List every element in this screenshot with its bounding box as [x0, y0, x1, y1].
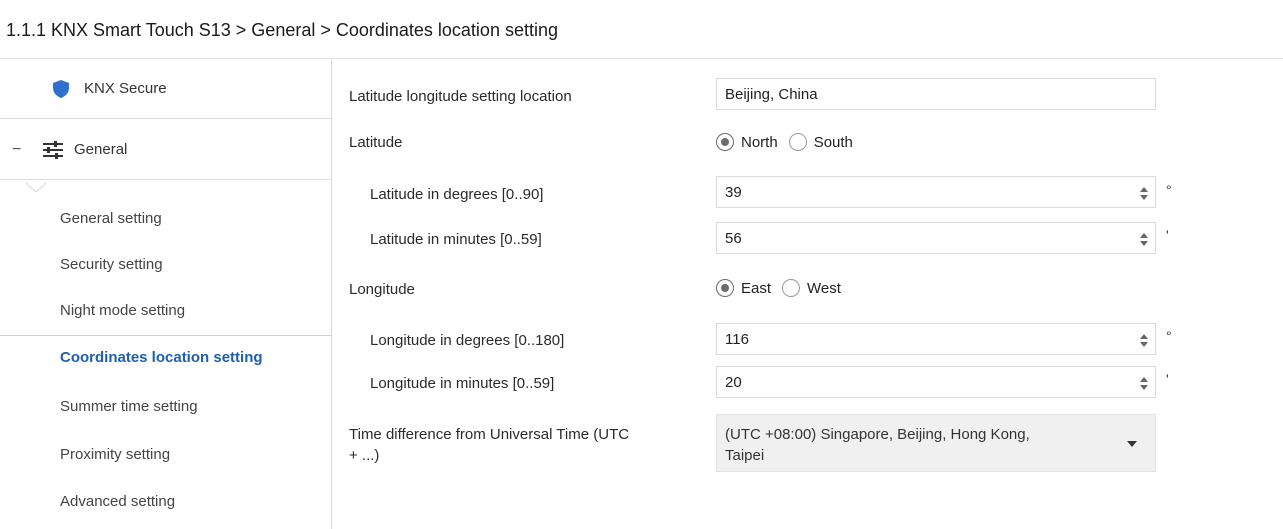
latitude-radio-group: North South [716, 133, 864, 151]
spin-down-icon[interactable] [1140, 240, 1148, 246]
location-value: Beijing, China [725, 85, 818, 103]
timezone-value-line1: (UTC +08:00) Singapore, Beijing, Hong Ko… [725, 426, 1030, 443]
sidebar-item-knx-secure[interactable]: KNX Secure [0, 59, 331, 119]
collapse-icon[interactable]: − [12, 141, 22, 159]
sidebar-item-general[interactable]: − General [0, 120, 331, 180]
radio-north-label: North [741, 133, 778, 151]
timezone-select[interactable]: (UTC +08:00) Singapore, Beijing, Hong Ko… [716, 414, 1156, 472]
spin-up-icon[interactable] [1140, 376, 1148, 382]
radio-north[interactable]: North [716, 133, 778, 151]
timezone-value-line2: Taipei [725, 447, 765, 464]
latitude-label: Latitude [349, 134, 403, 151]
latitude-minutes-stepper[interactable]: 56 [716, 222, 1156, 254]
spin-down-icon[interactable] [1140, 384, 1148, 390]
longitude-degrees-label: Longitude in degrees [0..180] [370, 332, 565, 349]
spin-buttons[interactable] [1139, 372, 1149, 394]
settings-panel: Latitude longitude setting location Beij… [332, 59, 1283, 529]
minute-unit: ' [1166, 227, 1169, 243]
radio-east[interactable]: East [716, 279, 771, 297]
longitude-minutes-label: Longitude in minutes [0..59] [370, 375, 555, 392]
longitude-minutes-stepper[interactable]: 20 [716, 366, 1156, 398]
page-title: 1.1.1 KNX Smart Touch S13 > General > Co… [6, 20, 558, 40]
spin-up-icon[interactable] [1140, 333, 1148, 339]
radio-south-label: South [813, 133, 853, 151]
longitude-degrees-stepper[interactable]: 116 [716, 323, 1156, 355]
radio-north-indicator[interactable] [716, 133, 734, 151]
sidebar-item-security-setting[interactable]: Security setting [0, 242, 331, 286]
latitude-degrees-label: Latitude in degrees [0..90] [370, 186, 544, 203]
latitude-minutes-value: 56 [725, 229, 742, 247]
longitude-minutes-value: 20 [725, 373, 742, 391]
timezone-label-line1: Time difference from Universal Time (UTC [349, 426, 630, 443]
spin-buttons[interactable] [1139, 329, 1149, 351]
timezone-label: Time difference from Universal Time (UTC… [349, 424, 629, 466]
longitude-radio-group: East West [716, 279, 852, 297]
spin-down-icon[interactable] [1140, 341, 1148, 347]
spin-buttons[interactable] [1139, 228, 1149, 250]
longitude-label: Longitude [349, 281, 415, 298]
latitude-degrees-stepper[interactable]: 39 [716, 176, 1156, 208]
sidebar: KNX Secure − General General setting Sec… [0, 59, 332, 529]
sidebar-item-summer-time-setting[interactable]: Summer time setting [0, 384, 331, 428]
sidebar-item-general-setting[interactable]: General setting [0, 196, 331, 240]
radio-west-label: West [807, 279, 841, 297]
location-label: Latitude longitude setting location [349, 88, 572, 105]
radio-south-indicator[interactable] [788, 133, 807, 151]
degree-unit: ° [1166, 182, 1172, 198]
radio-east-indicator[interactable] [716, 279, 734, 297]
sidebar-item-coordinates-location-setting[interactable]: Coordinates location setting [0, 335, 332, 379]
title-bar: 1.1.1 KNX Smart Touch S13 > General > Co… [0, 0, 1283, 59]
degree-unit: ° [1166, 328, 1172, 344]
spin-up-icon[interactable] [1140, 186, 1148, 192]
timezone-label-line2: + ...) [349, 447, 380, 464]
radio-south[interactable]: South [788, 133, 853, 151]
radio-west[interactable]: West [782, 279, 841, 297]
spin-down-icon[interactable] [1140, 194, 1148, 200]
radio-east-label: East [741, 279, 772, 297]
location-input[interactable]: Beijing, China [716, 78, 1156, 110]
longitude-degrees-value: 116 [725, 330, 749, 348]
chevron-down-icon[interactable] [1127, 441, 1137, 447]
latitude-degrees-value: 39 [725, 183, 742, 201]
sidebar-item-label: General [74, 141, 128, 158]
sliders-icon [42, 140, 64, 159]
sidebar-item-night-mode-setting[interactable]: Night mode setting [0, 288, 331, 332]
minute-unit: ' [1166, 371, 1169, 387]
spin-up-icon[interactable] [1140, 232, 1148, 238]
sidebar-item-label: KNX Secure [84, 80, 167, 97]
spin-buttons[interactable] [1139, 182, 1149, 204]
latitude-minutes-label: Latitude in minutes [0..59] [370, 231, 542, 248]
sidebar-item-advanced-setting[interactable]: Advanced setting [0, 479, 331, 523]
sidebar-item-proximity-setting[interactable]: Proximity setting [0, 432, 331, 476]
shield-icon [53, 79, 69, 98]
radio-west-indicator[interactable] [782, 279, 801, 297]
